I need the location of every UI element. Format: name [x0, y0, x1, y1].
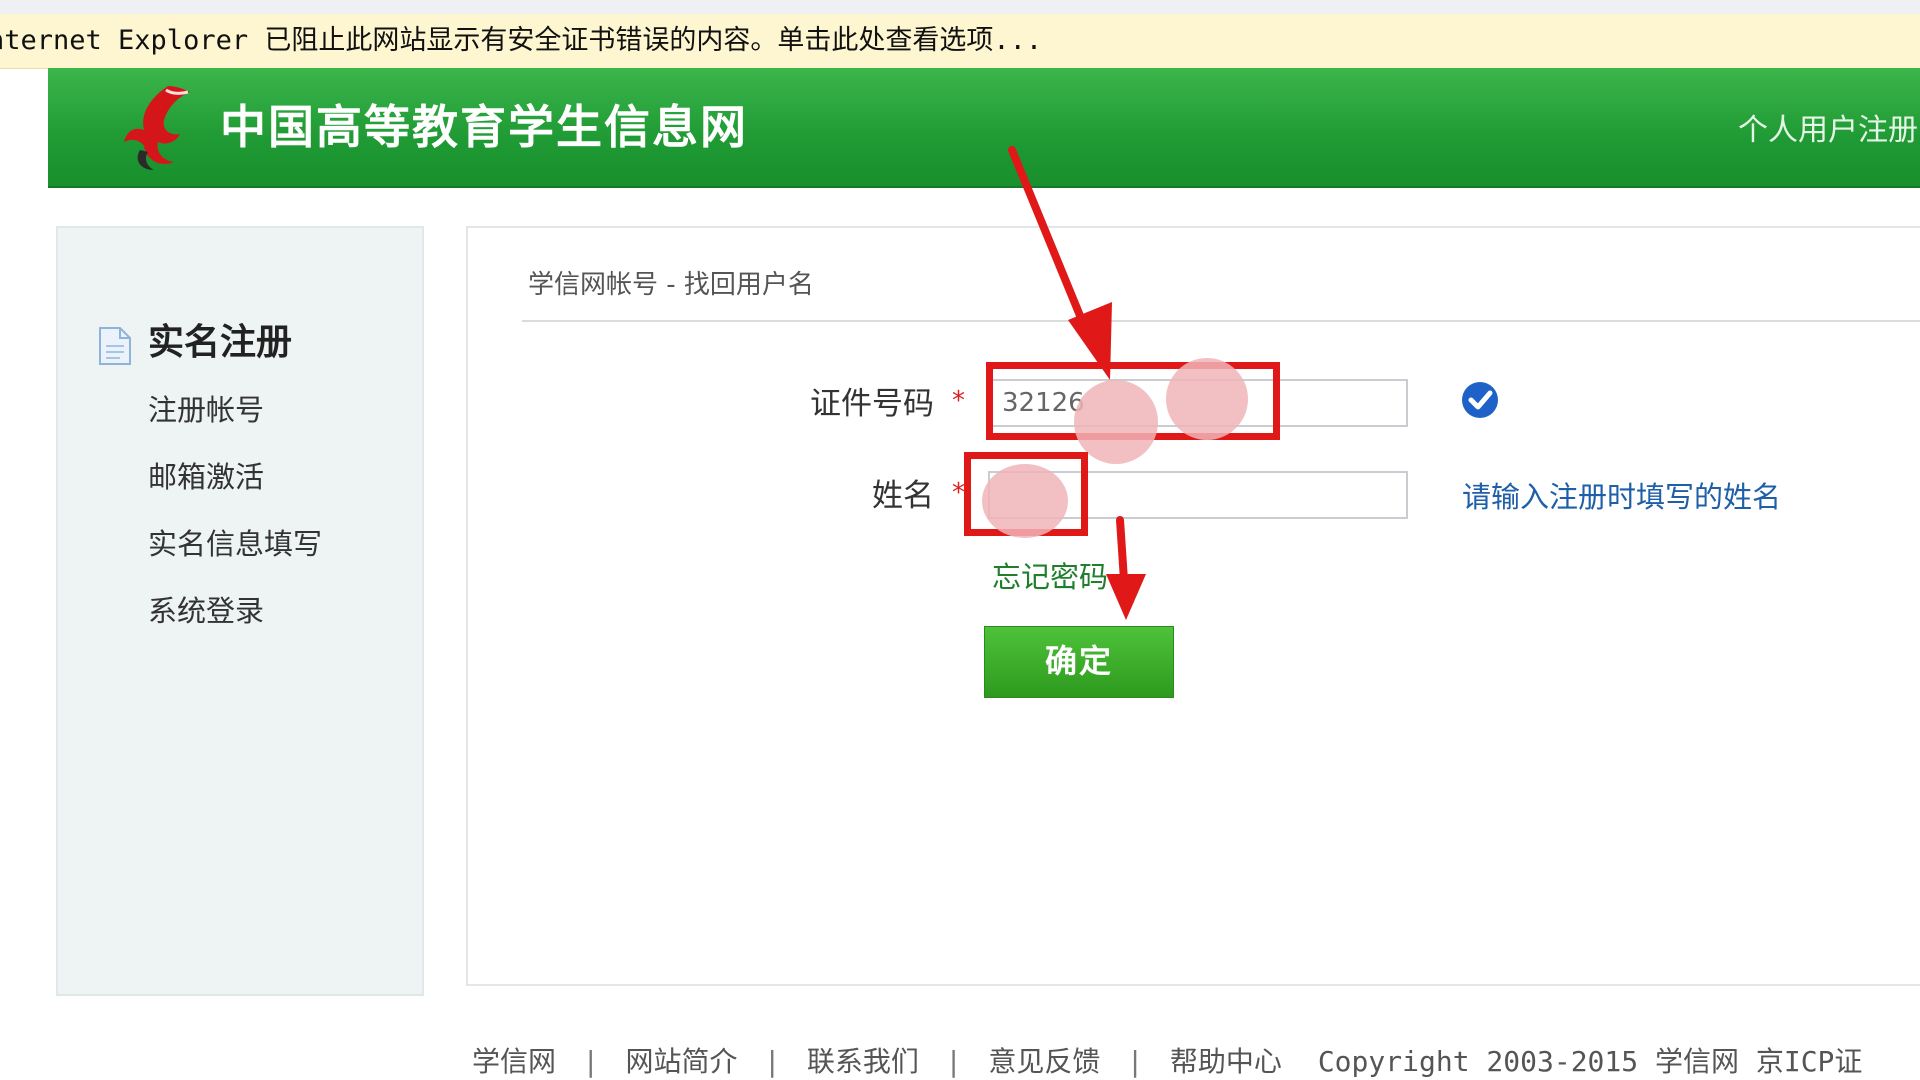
footer-separator: |	[948, 1045, 959, 1078]
infobar-text: nternet Explorer 已阻止此网站显示有安全证书错误的内容。单击此处…	[0, 25, 1043, 56]
id-number-input[interactable]: 32126	[988, 379, 1408, 427]
sidebar-item-realname-info[interactable]: 实名信息填写	[148, 524, 322, 564]
document-icon	[99, 327, 131, 365]
confirm-button[interactable]: 确定	[984, 626, 1174, 698]
ie-security-infobar[interactable]: nternet Explorer 已阻止此网站显示有安全证书错误的内容。单击此处…	[0, 14, 1920, 69]
footer-copyright: Copyright 2003-2015 学信网 京ICP证	[1317, 1045, 1863, 1078]
window-top-strip	[0, 0, 1920, 14]
personal-register-link[interactable]: 个人用户注册	[1738, 68, 1918, 186]
footer-link-about[interactable]: 网站简介	[625, 1045, 737, 1078]
sidebar-item-system-login[interactable]: 系统登录	[148, 591, 264, 631]
name-hint: 请输入注册时填写的姓名	[1462, 480, 1782, 514]
main-panel: 学信网帐号 - 找回用户名 证件号码 * 32126 姓名 * 请输入注册时填写…	[466, 226, 1920, 986]
sidebar-item-register-account[interactable]: 注册帐号	[148, 390, 264, 430]
name-input[interactable]	[988, 471, 1408, 519]
footer-link-help[interactable]: 帮助中心	[1170, 1045, 1282, 1078]
footer-link-chsi[interactable]: 学信网	[472, 1045, 556, 1078]
red-bird-logo-icon	[124, 86, 190, 170]
sidebar-title: 实名注册	[148, 322, 293, 363]
footer-link-feedback[interactable]: 意见反馈	[988, 1045, 1100, 1078]
footer: 学信网 | 网站简介 | 联系我们 | 意见反馈 | 帮助中心 Copyright 2003-20…	[472, 1040, 1862, 1080]
breadcrumb-divider	[522, 320, 1920, 322]
footer-separator: |	[586, 1045, 596, 1078]
footer-separator: |	[1130, 1045, 1140, 1078]
site-title: 中国高等教育学生信息网	[220, 100, 748, 154]
id-number-label: 证件号码	[810, 386, 934, 422]
sidebar: 实名注册 注册帐号 邮箱激活 实名信息填写 系统登录	[56, 226, 424, 996]
id-required-mark: *	[952, 386, 965, 416]
breadcrumb: 学信网帐号 - 找回用户名	[528, 270, 814, 300]
footer-link-contact[interactable]: 联系我们	[807, 1045, 919, 1078]
site-header: 中国高等教育学生信息网 个人用户注册	[48, 68, 1920, 188]
check-circle-icon	[1462, 382, 1498, 418]
footer-separator: |	[767, 1045, 777, 1078]
name-label: 姓名	[872, 478, 934, 514]
sidebar-item-email-activation[interactable]: 邮箱激活	[148, 457, 264, 497]
forgot-password-link[interactable]: 忘记密码	[992, 554, 1108, 596]
name-required-mark: *	[952, 478, 965, 508]
